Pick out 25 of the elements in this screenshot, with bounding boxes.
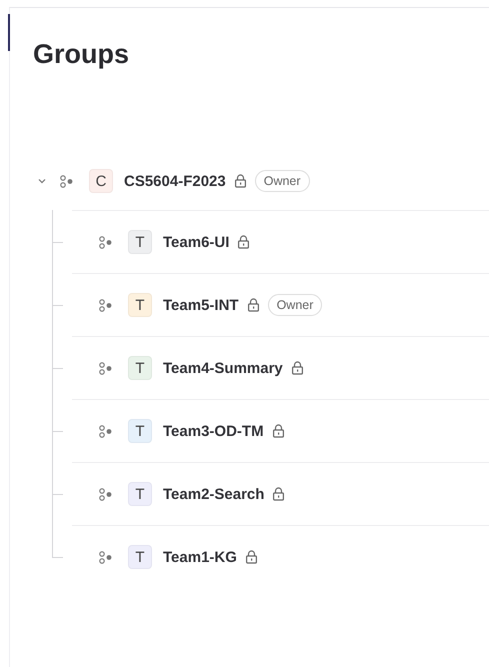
group-avatar: T (128, 293, 152, 317)
group-icon (99, 236, 112, 248)
group-icon (60, 174, 73, 188)
group-icon (99, 298, 112, 312)
role-badge: Owner (268, 294, 322, 316)
group-name[interactable]: Team1-KG (163, 548, 237, 566)
page-title: Groups (33, 38, 130, 70)
group-icon (99, 424, 112, 438)
group-name[interactable]: CS5604-F2023 (124, 172, 226, 190)
group-name[interactable]: Team3-OD-TM (163, 422, 264, 440)
group-icon (99, 488, 112, 500)
group-name[interactable]: Team5-INT (163, 296, 239, 314)
chevron-icon[interactable] (38, 178, 46, 184)
group-name[interactable]: Team2-Search (163, 486, 264, 502)
group-avatar: T (128, 419, 152, 443)
group-icon (99, 550, 112, 564)
role-badge: Owner (254, 170, 310, 192)
group-name[interactable]: Team6-UI (163, 234, 230, 250)
group-icon (99, 362, 112, 374)
group-avatar: T (128, 356, 152, 380)
group-avatar: T (128, 545, 152, 569)
group-avatar: C (89, 169, 113, 193)
group-avatar: T (128, 230, 152, 254)
group-name[interactable]: Team4-Summary (163, 360, 283, 376)
group-avatar: T (128, 482, 152, 506)
